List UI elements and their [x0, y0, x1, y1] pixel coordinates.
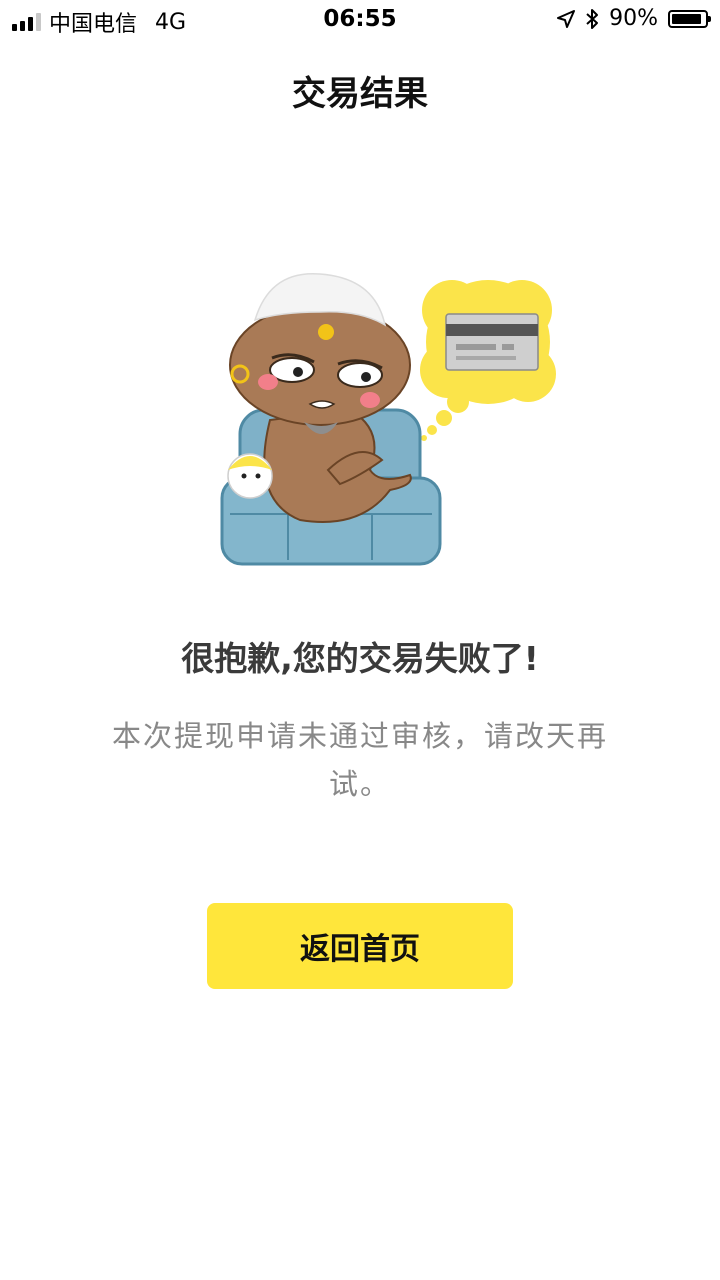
- battery-level-fill: [672, 13, 701, 24]
- credit-card-icon: [445, 313, 539, 371]
- battery-percent: 90%: [609, 6, 658, 31]
- page-title: 交易结果: [292, 74, 428, 114]
- battery-icon: [668, 9, 711, 28]
- bluetooth-icon: [586, 8, 599, 29]
- status-bar: 中国电信 4G 06:55 90%: [0, 0, 720, 40]
- status-right: 90%: [557, 6, 711, 31]
- back-to-home-button[interactable]: 返回首页: [207, 903, 513, 989]
- location-arrow-icon: [557, 9, 576, 28]
- genie-with-credit-card-illustration: [220, 272, 556, 566]
- result-headline: 很抱歉,您的交易失败了!: [181, 639, 539, 678]
- genie-character: [227, 272, 412, 523]
- result-message: 本次提现申请未通过审核，请改天再试。: [111, 719, 608, 801]
